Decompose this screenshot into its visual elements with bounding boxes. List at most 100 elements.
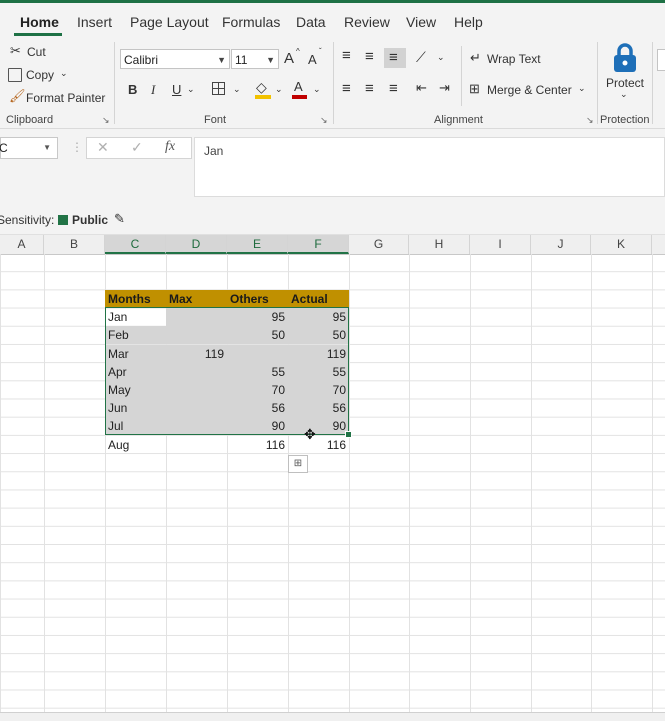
cancel-icon[interactable]: ✕ <box>97 139 109 156</box>
cell-others[interactable] <box>227 344 288 363</box>
align-center-icon[interactable]: ≡ <box>365 80 374 97</box>
tab-data[interactable]: Data <box>296 14 326 30</box>
cell-others[interactable]: 116 <box>227 436 288 454</box>
tab-home[interactable]: Home <box>20 14 59 30</box>
shrink-font-button[interactable]: A <box>308 52 317 67</box>
enter-icon[interactable]: ✓ <box>131 139 143 156</box>
cell-months[interactable]: Feb <box>105 326 166 345</box>
cell-others[interactable]: 70 <box>227 381 288 399</box>
cell-actual[interactable]: 119 <box>288 344 349 363</box>
cell-actual[interactable]: 55 <box>288 362 349 381</box>
borders-icon[interactable] <box>212 82 225 95</box>
cell-actual[interactable]: 70 <box>288 381 349 399</box>
cell-others[interactable]: 56 <box>227 399 288 418</box>
copy-button[interactable]: Copy <box>26 68 54 82</box>
tab-review[interactable]: Review <box>344 14 390 30</box>
align-left-icon[interactable]: ≡ <box>342 80 351 97</box>
column-header-f[interactable]: F <box>288 235 349 254</box>
tab-view[interactable]: View <box>406 14 436 30</box>
chevron-down-icon[interactable]: ▼ <box>43 138 51 158</box>
cell-actual[interactable]: 50 <box>288 326 349 345</box>
column-header-i[interactable]: I <box>470 235 531 254</box>
cell-others[interactable]: 95 <box>227 308 288 327</box>
cell-max[interactable] <box>166 308 227 327</box>
quick-analysis-icon[interactable]: ⊞ <box>288 455 308 473</box>
cell-max[interactable] <box>166 326 227 345</box>
pencil-icon[interactable]: ✎ <box>114 211 125 227</box>
decrease-indent-icon[interactable]: ⇤ <box>416 80 427 96</box>
cell-months[interactable]: Apr <box>105 362 166 381</box>
cell-others[interactable]: 55 <box>227 362 288 381</box>
column-header-e[interactable]: E <box>227 235 288 254</box>
cell-actual[interactable]: 90 <box>288 417 349 436</box>
cell-others[interactable]: 90 <box>227 417 288 436</box>
cell-months[interactable]: Jun <box>105 399 166 418</box>
cell-months[interactable]: May <box>105 381 166 399</box>
cell-max[interactable] <box>166 417 227 436</box>
cell-max[interactable] <box>166 436 227 454</box>
copy-dropdown-icon[interactable]: ⌄ <box>60 68 68 79</box>
font-name-combo[interactable]: Calibri ▼ <box>120 49 230 69</box>
protect-button[interactable]: Protect <box>606 76 644 90</box>
cell-months[interactable]: Mar <box>105 344 166 363</box>
protect-dropdown-icon[interactable]: ⌄ <box>620 89 628 100</box>
merge-dropdown-icon[interactable]: ⌄ <box>578 83 586 94</box>
orientation-icon[interactable]: ⟋ <box>416 49 426 66</box>
cell-actual[interactable]: 95 <box>288 308 349 327</box>
cell-actual[interactable]: 116 <box>288 436 349 454</box>
column-header-j[interactable]: J <box>531 235 591 254</box>
column-header-g[interactable]: G <box>349 235 409 254</box>
column-header-c[interactable]: C <box>105 235 166 254</box>
align-middle-icon[interactable]: ≡ <box>365 48 374 65</box>
cell-max[interactable] <box>166 399 227 418</box>
tab-formulas[interactable]: Formulas <box>222 14 280 30</box>
cell-months[interactable]: Aug <box>105 436 166 454</box>
fill-handle[interactable] <box>345 431 352 438</box>
resize-handle-icon[interactable]: ⋮ <box>71 140 83 154</box>
cell-months[interactable]: Jan <box>105 308 166 326</box>
increase-indent-icon[interactable]: ⇥ <box>439 80 450 96</box>
tab-insert[interactable]: Insert <box>77 14 112 30</box>
bold-button[interactable]: B <box>128 82 137 97</box>
header-cell-max[interactable]: Max <box>166 290 227 308</box>
formula-input[interactable]: Jan <box>194 137 665 197</box>
header-cell-others[interactable]: Others <box>227 290 288 308</box>
column-header-b[interactable]: B <box>44 235 105 254</box>
insert-function-icon[interactable]: fx <box>165 139 175 155</box>
underline-button[interactable]: U <box>172 82 181 97</box>
alignment-launcher-icon[interactable]: ↘ <box>586 115 594 126</box>
column-header-h[interactable]: H <box>409 235 470 254</box>
header-cell-months[interactable]: Months <box>105 290 166 308</box>
cut-button[interactable]: Cut <box>27 45 46 59</box>
fill-color-icon[interactable]: ◇ <box>256 79 267 96</box>
tab-help[interactable]: Help <box>454 14 483 30</box>
sensitivity-value[interactable]: Public <box>72 213 108 227</box>
align-top-icon[interactable]: ≡ <box>342 47 351 64</box>
font-color-dropdown-icon[interactable]: ⌄ <box>313 84 321 95</box>
grow-font-button[interactable]: A <box>284 50 294 67</box>
cell-others[interactable]: 50 <box>227 326 288 345</box>
format-painter-button[interactable]: Format Painter <box>26 91 105 105</box>
name-box[interactable]: C ▼ <box>0 137 58 159</box>
wrap-text-button[interactable]: Wrap Text <box>487 52 541 66</box>
merge-center-button[interactable]: Merge & Center <box>487 83 572 97</box>
column-header-a[interactable]: A <box>0 235 44 254</box>
cell-actual[interactable]: 56 <box>288 399 349 418</box>
cell-months[interactable]: Jul <box>105 417 166 436</box>
font-size-combo[interactable]: 11 ▼ <box>231 49 279 69</box>
cell-max[interactable]: 119 <box>166 344 227 363</box>
orientation-dropdown-icon[interactable]: ⌄ <box>437 52 445 63</box>
align-right-icon[interactable]: ≡ <box>389 80 398 97</box>
cell-max[interactable] <box>166 381 227 399</box>
cell-max[interactable] <box>166 362 227 381</box>
worksheet-grid[interactable]: Months Max Others Actual Jan 95 95 Feb 50 50 Mar 11… <box>0 254 665 712</box>
column-header-k[interactable]: K <box>591 235 652 254</box>
fill-dropdown-icon[interactable]: ⌄ <box>275 84 283 95</box>
column-header-d[interactable]: D <box>166 235 227 254</box>
borders-dropdown-icon[interactable]: ⌄ <box>233 84 241 95</box>
overflow-control[interactable] <box>657 49 665 71</box>
italic-button[interactable]: I <box>151 82 155 98</box>
underline-dropdown-icon[interactable]: ⌄ <box>187 84 195 95</box>
font-launcher-icon[interactable]: ↘ <box>320 115 328 126</box>
tab-page-layout[interactable]: Page Layout <box>130 14 209 30</box>
